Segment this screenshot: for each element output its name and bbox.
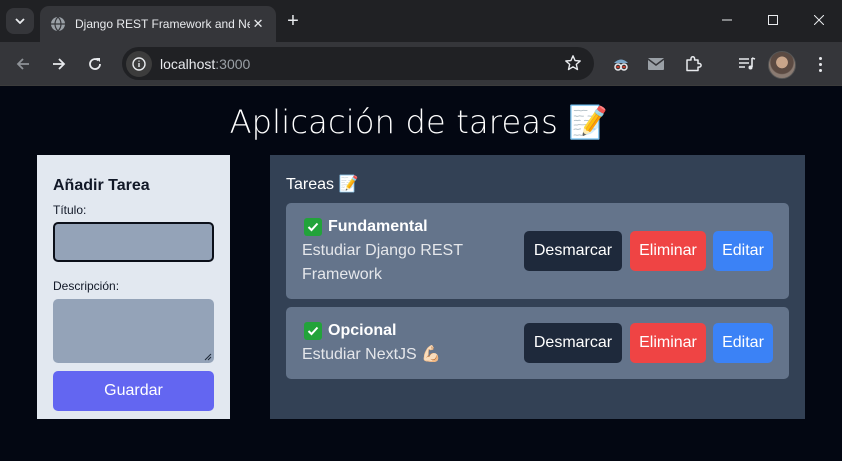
browser-tab[interactable]: Django REST Framework and Ne ✕	[40, 6, 276, 42]
tasks-panel: Tareas 📝 Fundamental Estudiar Django RES…	[270, 155, 805, 419]
profile-avatar[interactable]	[768, 51, 796, 79]
mail-icon[interactable]	[646, 54, 666, 74]
close-icon	[814, 15, 824, 25]
page-title: Aplicación de tareas 📝	[229, 103, 609, 141]
back-button[interactable]	[9, 50, 37, 78]
page-content: Aplicación de tareas 📝 Añadir Tarea Títu…	[0, 87, 842, 461]
task-description: Estudiar Django REST Framework	[302, 242, 463, 283]
unmark-button[interactable]: Desmarcar	[524, 323, 622, 363]
task-item: Opcional Estudiar NextJS 💪🏻 Desmarcar El…	[286, 307, 789, 379]
save-button[interactable]: Guardar	[53, 371, 214, 411]
maximize-icon	[768, 15, 778, 25]
url-text: localhost:3000	[160, 56, 250, 72]
delete-button[interactable]: Eliminar	[630, 231, 706, 271]
unmark-button[interactable]: Desmarcar	[524, 231, 622, 271]
edit-button[interactable]: Editar	[713, 323, 773, 363]
task-description: Estudiar NextJS 💪🏻	[302, 346, 442, 363]
description-textarea[interactable]	[53, 299, 214, 363]
tab-search-button[interactable]	[6, 8, 34, 34]
browser-titlebar: Django REST Framework and Ne ✕ +	[0, 0, 842, 42]
arrow-right-icon	[53, 58, 66, 70]
checkmark-icon[interactable]	[304, 322, 322, 340]
form-heading: Añadir Tarea	[53, 177, 150, 194]
arrow-left-icon	[16, 58, 29, 70]
globe-icon	[50, 16, 66, 32]
forward-button[interactable]	[45, 50, 73, 78]
media-queue-icon[interactable]	[737, 54, 757, 74]
bookmark-star-icon[interactable]	[564, 54, 582, 77]
edit-button[interactable]: Editar	[713, 231, 773, 271]
add-task-form: Añadir Tarea Título: Descripción: Guarda…	[37, 155, 230, 419]
tasks-heading: Tareas 📝	[286, 176, 359, 193]
close-window-button[interactable]	[796, 0, 842, 40]
site-info-icon[interactable]	[126, 50, 152, 77]
checkmark-icon[interactable]	[304, 218, 322, 236]
new-tab-button[interactable]: +	[282, 10, 304, 32]
browser-menu-icon[interactable]	[810, 54, 830, 74]
task-name: Fundamental	[328, 218, 428, 235]
delete-button[interactable]: Eliminar	[630, 323, 706, 363]
reload-icon	[89, 58, 101, 70]
url-port: :3000	[215, 55, 251, 72]
url-host: localhost	[160, 55, 216, 72]
browser-toolbar: localhost:3000	[0, 42, 842, 86]
chevron-down-icon	[15, 18, 25, 24]
tab-title: Django REST Framework and Ne	[75, 17, 251, 31]
title-input[interactable]	[53, 222, 214, 262]
task-item: Fundamental Estudiar Django REST Framewo…	[286, 203, 789, 299]
extensions-puzzle-icon[interactable]	[683, 54, 703, 74]
description-label: Descripción:	[53, 279, 120, 293]
maximize-button[interactable]	[750, 0, 796, 40]
address-bar[interactable]: localhost:3000	[122, 47, 594, 80]
title-label: Título:	[53, 203, 87, 217]
resize-handle-icon[interactable]	[204, 353, 212, 361]
task-name: Opcional	[328, 322, 397, 339]
tab-close-icon[interactable]: ✕	[250, 16, 266, 32]
minimize-button[interactable]	[704, 0, 750, 40]
extension-spy-icon[interactable]	[611, 54, 631, 74]
minimize-icon	[722, 19, 732, 21]
reload-button[interactable]	[81, 50, 109, 78]
